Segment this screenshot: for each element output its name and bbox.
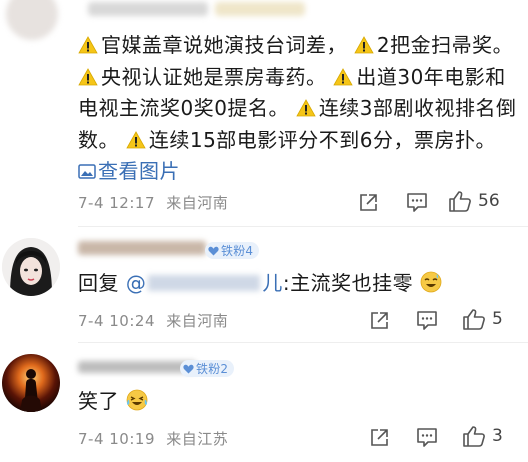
post-text: 官媒盖章说她演技台词差， 2把金扫帚奖。 央视认证她是票房毒药。 出道30年电影… — [78, 30, 518, 188]
like-count: 3 — [492, 426, 503, 446]
username-blurred — [88, 2, 208, 16]
badge-label: 铁粉4 — [221, 244, 254, 258]
location-text: 来自江苏 — [166, 430, 229, 448]
mention-blurred — [148, 275, 261, 291]
laughing-crying-emoji-icon — [126, 389, 148, 411]
post-time: 7-4 12:17 来自河南 — [78, 192, 228, 213]
warning-icon — [78, 67, 98, 86]
like-button[interactable]: 3 — [462, 422, 503, 450]
comment-text: 回复 @ 儿:主流奖也挂零 — [78, 267, 442, 296]
mention-link[interactable]: @ 儿 — [126, 271, 283, 295]
comment-button[interactable] — [414, 307, 440, 333]
warning-icon — [296, 99, 316, 117]
heart-icon — [183, 364, 194, 373]
comment-button[interactable] — [414, 424, 440, 450]
share-button[interactable] — [366, 424, 392, 450]
comment-button[interactable] — [404, 189, 430, 215]
post-seg-1: 官媒盖章说她演技台词差， — [101, 33, 347, 57]
share-icon — [370, 311, 388, 329]
like-button[interactable]: 56 — [448, 187, 500, 215]
heart-icon — [208, 246, 219, 255]
comment-username[interactable] — [78, 238, 208, 256]
share-icon — [359, 193, 377, 211]
divider — [78, 226, 528, 227]
comment-icon — [407, 192, 427, 212]
view-image-label: 查看图片 — [98, 159, 180, 183]
comment-body: 笑了 — [78, 389, 119, 413]
avatar[interactable] — [2, 354, 60, 412]
divider — [78, 342, 528, 343]
warning-icon — [126, 130, 146, 149]
avatar-face — [2, 238, 60, 296]
comment-text: 笑了 — [78, 385, 148, 414]
sweat-smile-emoji-icon — [420, 271, 442, 293]
post-seg-6: 连续15部电影评分不到6分，票房扑。 — [148, 127, 497, 152]
location-text: 来自河南 — [166, 312, 229, 330]
time-text: 7-4 12:17 — [78, 194, 155, 212]
like-count: 56 — [478, 191, 500, 211]
warning-icon — [333, 67, 354, 86]
badge-label: 铁粉2 — [196, 362, 229, 376]
fan-badge[interactable]: 铁粉2 — [180, 360, 235, 377]
mention-at: @ — [125, 271, 147, 295]
thumbs-up-icon — [463, 426, 485, 447]
avatar-silhouette — [2, 354, 60, 412]
share-icon — [370, 428, 388, 446]
share-button[interactable] — [366, 307, 392, 333]
fan-badge[interactable]: 铁粉4 — [205, 242, 260, 259]
time-text: 7-4 10:19 — [78, 430, 155, 448]
avatar[interactable] — [2, 238, 60, 296]
image-icon — [78, 164, 96, 179]
username-blurred-2 — [215, 2, 305, 16]
mention-end: 儿 — [262, 271, 283, 295]
avatar[interactable] — [6, 0, 58, 40]
warning-icon — [78, 36, 98, 54]
comment-icon — [417, 310, 437, 330]
warning-icon — [354, 36, 374, 54]
location-text: 来自河南 — [166, 194, 229, 212]
reply-prefix: 回复 — [78, 271, 126, 295]
username-blurred — [78, 361, 196, 373]
like-count: 5 — [492, 309, 503, 329]
post-seg-3: 央视认证她是票房毒药。 — [101, 64, 327, 89]
share-button[interactable] — [355, 189, 381, 215]
thumbs-up-icon — [463, 309, 485, 330]
time-text: 7-4 10:24 — [78, 312, 155, 330]
comment-time: 7-4 10:24 来自河南 — [78, 310, 228, 331]
post-seg-2: 2把金扫帚奖。 — [376, 33, 514, 57]
post-header-blurred — [0, 0, 528, 40]
reply-text: :主流奖也挂零 — [282, 271, 414, 295]
comment-icon — [417, 427, 437, 447]
comment-time: 7-4 10:19 来自江苏 — [78, 428, 228, 449]
like-button[interactable]: 5 — [462, 305, 503, 333]
view-image-link[interactable]: 查看图片 — [78, 159, 180, 183]
thumbs-up-icon — [449, 191, 471, 212]
username-blurred — [78, 241, 206, 255]
